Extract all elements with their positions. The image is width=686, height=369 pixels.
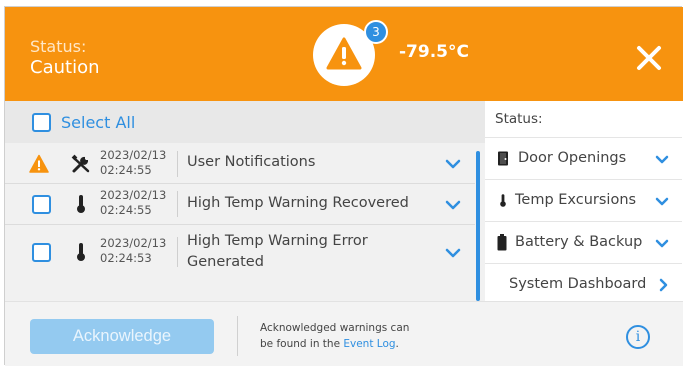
status-value: Caution xyxy=(30,57,100,78)
chevron-right-icon[interactable] xyxy=(659,278,668,292)
entry-message: User Notifications xyxy=(187,154,316,170)
thermometer-icon xyxy=(77,243,85,261)
side-item-label: Door Openings xyxy=(518,150,627,166)
chevron-down-icon[interactable] xyxy=(445,200,461,210)
side-item-door-openings[interactable]: Door Openings xyxy=(485,137,682,179)
entry-time: 02:24:55 xyxy=(100,163,152,177)
row-divider xyxy=(177,237,178,267)
warning-list-panel: Select All 2023/02/13 02:24:55 User Noti… xyxy=(5,101,485,301)
status-side-panel: Status: Door Openings Temp Excursions Ba… xyxy=(485,101,682,301)
side-item-label: System Dashboard xyxy=(509,276,647,292)
acknowledge-button[interactable]: Acknowledge xyxy=(30,319,214,354)
side-item-label: Battery & Backup xyxy=(515,234,643,250)
entry-datetime: 2023/02/13 02:24:55 xyxy=(100,188,166,218)
entry-datetime: 2023/02/13 02:24:55 xyxy=(100,148,166,178)
info-icon[interactable]: i xyxy=(626,325,650,349)
side-item-system-dashboard[interactable]: System Dashboard xyxy=(485,263,682,305)
entry-date: 2023/02/13 xyxy=(100,148,167,162)
entry-time: 02:24:55 xyxy=(100,203,152,217)
warning-list: 2023/02/13 02:24:55 User Notifications 2… xyxy=(5,143,485,301)
chevron-down-icon[interactable] xyxy=(655,239,669,248)
entry-message-line: High Temp Warning Error xyxy=(187,233,368,249)
entry-message-line: Generated xyxy=(187,254,264,270)
side-item-label: Temp Excursions xyxy=(515,192,637,208)
note-line: be found in the Event Log. xyxy=(260,336,430,352)
event-log-link[interactable]: Event Log xyxy=(343,338,395,350)
entry-datetime: 2023/02/13 02:24:53 xyxy=(100,236,166,266)
side-item-battery-backup[interactable]: Battery & Backup xyxy=(485,221,682,263)
entry-message: High Temp Warning Recovered xyxy=(187,195,409,211)
list-item[interactable]: 2023/02/13 02:24:53 High Temp Warning Er… xyxy=(5,225,475,279)
row-checkbox[interactable] xyxy=(32,243,51,262)
entry-date: 2023/02/13 xyxy=(100,188,167,202)
entry-time: 02:24:53 xyxy=(100,251,152,265)
row-divider xyxy=(177,191,178,217)
dialog-footer: Acknowledge Acknowledged warnings can be… xyxy=(5,301,683,366)
acknowledge-note: Acknowledged warnings can be found in th… xyxy=(260,320,430,352)
warning-icon xyxy=(29,154,49,173)
alert-count-badge: 3 xyxy=(364,20,388,44)
entry-date: 2023/02/13 xyxy=(100,236,167,250)
thermometer-icon xyxy=(77,195,85,213)
chevron-down-icon[interactable] xyxy=(445,248,461,258)
row-divider xyxy=(177,151,178,177)
note-text: be found in the xyxy=(260,338,344,350)
chevron-down-icon[interactable] xyxy=(655,197,669,206)
list-scrollbar[interactable] xyxy=(476,151,480,301)
chevron-down-icon[interactable] xyxy=(445,159,461,169)
temperature-readout: -79.5°C xyxy=(399,42,469,62)
thermometer-icon xyxy=(500,194,506,207)
select-all-label: Select All xyxy=(61,113,136,132)
close-icon[interactable] xyxy=(634,43,664,73)
side-status-label: Status: xyxy=(495,111,543,127)
note-line: Acknowledged warnings can xyxy=(260,322,410,334)
row-checkbox[interactable] xyxy=(32,195,51,214)
door-icon xyxy=(498,151,508,166)
alert-dialog: Status: Caution 3 -79.5°C Select All 202… xyxy=(4,6,683,366)
battery-icon xyxy=(497,234,507,251)
chevron-down-icon[interactable] xyxy=(655,155,669,164)
note-text: . xyxy=(395,338,399,350)
tools-icon xyxy=(71,154,90,173)
list-item[interactable]: 2023/02/13 02:24:55 High Temp Warning Re… xyxy=(5,184,475,224)
footer-divider xyxy=(237,316,238,356)
status-label: Status: xyxy=(30,37,87,56)
select-all-checkbox[interactable] xyxy=(32,113,51,132)
warning-icon xyxy=(326,37,362,70)
side-item-temp-excursions[interactable]: Temp Excursions xyxy=(485,179,682,221)
select-all-row[interactable]: Select All xyxy=(5,101,485,143)
status-header: Status: Caution 3 -79.5°C xyxy=(5,7,683,111)
entry-message: High Temp Warning Error Generated xyxy=(187,231,368,273)
list-item[interactable]: 2023/02/13 02:24:55 User Notifications xyxy=(5,143,475,183)
